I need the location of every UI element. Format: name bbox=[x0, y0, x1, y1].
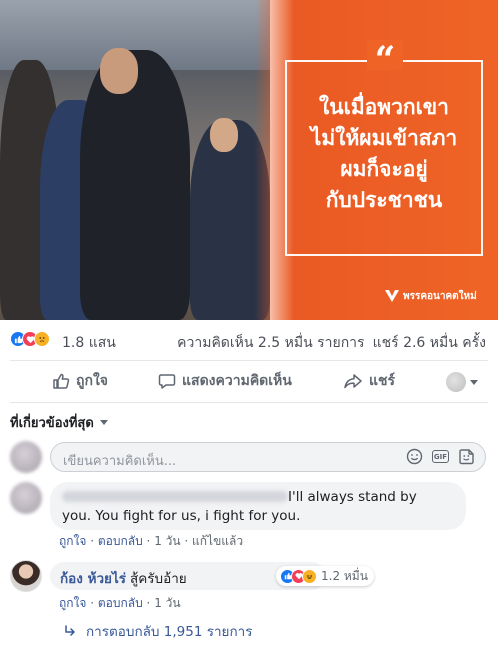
meta-separator: · bbox=[180, 534, 193, 548]
comment-like-link[interactable]: ถูกใจ bbox=[59, 534, 86, 548]
like-button[interactable]: ถูกใจ bbox=[52, 370, 108, 392]
edited-label[interactable]: แก้ไขแล้ว bbox=[192, 534, 243, 548]
engagement-counts: ความคิดเห็น 2.5 หมื่น รายการ แชร์ 2.6 หมื… bbox=[177, 332, 486, 354]
comment-text: I'll always stand by bbox=[288, 489, 417, 505]
comment-meta: ถูกใจ · ตอบกลับ · 1 วัน · แก้ไขแล้ว bbox=[59, 532, 243, 551]
like-label: ถูกใจ bbox=[76, 373, 108, 389]
comment-reply-link[interactable]: ตอบกลับ bbox=[98, 534, 143, 548]
reply-arrow-icon bbox=[65, 625, 75, 636]
share-label: แชร์ bbox=[369, 373, 396, 389]
caret-down-icon bbox=[99, 420, 108, 425]
comment-filter-label: ที่เกี่ยวข้องที่สุด bbox=[10, 416, 94, 431]
divider bbox=[10, 402, 488, 403]
photo-main-face bbox=[100, 48, 138, 94]
thumbs-up-icon bbox=[53, 373, 70, 389]
meta-separator: · bbox=[142, 534, 155, 548]
party-logo-icon bbox=[385, 290, 399, 302]
comment-input-tools: GIF bbox=[397, 448, 475, 465]
comment-label: แสดงความคิดเห็น bbox=[182, 373, 292, 389]
photo-main-figure bbox=[80, 50, 190, 320]
comment-meta: ถูกใจ · ตอบกลับ · 1 วัน bbox=[59, 594, 181, 613]
quote-text: ในเมื่อพวกเขา ไม่ให้ผมเข้าสภา ผมก็จะอยู่… bbox=[290, 92, 478, 216]
quote-line: ไม่ให้ผมเข้าสภา bbox=[310, 126, 458, 150]
sad-icon bbox=[34, 331, 50, 347]
comment-count-link[interactable]: ความคิดเห็น 2.5 หมื่น รายการ bbox=[177, 335, 364, 351]
comment-button[interactable]: แสดงความคิดเห็น bbox=[158, 370, 292, 392]
gif-label: GIF bbox=[432, 450, 449, 463]
comment-timestamp[interactable]: 1 วัน bbox=[154, 534, 180, 548]
meta-separator: · bbox=[86, 596, 98, 610]
quote-mark: “ bbox=[367, 40, 403, 80]
replies-label: การตอบกลับ 1,951 รายการ bbox=[86, 624, 253, 640]
meta-separator: · bbox=[86, 534, 98, 548]
party-name: พรรคอนาคตใหม่ bbox=[403, 290, 477, 302]
comment-timestamp[interactable]: 1 วัน bbox=[154, 596, 180, 610]
view-replies-link[interactable]: การตอบกลับ 1,951 รายการ bbox=[64, 620, 252, 642]
comment-like-link[interactable]: ถูกใจ bbox=[59, 596, 86, 610]
react-as-selector[interactable] bbox=[446, 372, 478, 392]
commenter-name-redacted[interactable] bbox=[62, 491, 288, 502]
reaction-summary[interactable] bbox=[10, 331, 50, 347]
commenter-avatar[interactable] bbox=[10, 482, 42, 514]
divider bbox=[10, 360, 488, 361]
comment-input[interactable]: เขียนความคิดเห็น... GIF bbox=[50, 442, 486, 472]
comment-reply-link[interactable]: ตอบกลับ bbox=[98, 596, 143, 610]
comment-text: you. You fight for us, i fight for you. bbox=[62, 508, 301, 524]
caret-down-icon bbox=[470, 379, 478, 385]
post-image[interactable]: “ ในเมื่อพวกเขา ไม่ให้ผมเข้าสภา ผมก็จะอย… bbox=[0, 0, 498, 320]
post-stats: 1.8 แสน ความคิดเห็น 2.5 หมื่น รายการ แชร์… bbox=[0, 322, 498, 360]
comment-icon bbox=[158, 374, 176, 389]
haha-icon bbox=[302, 568, 317, 584]
current-user-avatar bbox=[10, 441, 42, 473]
commenter-name[interactable]: ก้อง ห้วยไร่ bbox=[60, 571, 126, 587]
gif-icon[interactable]: GIF bbox=[432, 450, 449, 463]
comment-input-placeholder: เขียนความคิดเห็น... bbox=[63, 454, 177, 469]
share-button[interactable]: แชร์ bbox=[343, 370, 395, 392]
comment-filter-dropdown[interactable]: ที่เกี่ยวข้องที่สุด bbox=[10, 412, 108, 433]
page-avatar bbox=[446, 372, 466, 392]
emoji-icon[interactable] bbox=[406, 448, 423, 465]
photo-crowd-face bbox=[210, 118, 238, 152]
reaction-count[interactable]: 1.8 แสน bbox=[62, 332, 116, 354]
comment-reactions[interactable]: 1.2 หมื่น bbox=[276, 566, 374, 586]
quote-line: กับประชาชน bbox=[325, 188, 443, 212]
comment-bubble: ก้อง ห้วยไร่ สู้ครับอ้าย 1.2 หมื่น bbox=[50, 562, 374, 590]
quote-line: ผมก็จะอยู่ bbox=[340, 157, 428, 181]
share-arrow-icon bbox=[344, 374, 362, 389]
share-count-link[interactable]: แชร์ 2.6 หมื่น ครั้ง bbox=[373, 335, 486, 351]
comment-bubble: I'll always stand by you. You fight for … bbox=[50, 482, 466, 530]
sticker-icon[interactable] bbox=[458, 448, 475, 465]
post-actions: ถูกใจ แสดงความคิดเห็น แชร์ bbox=[0, 362, 498, 402]
quote-line: ในเมื่อพวกเขา bbox=[319, 95, 449, 119]
comment-reaction-count: 1.2 หมื่น bbox=[321, 568, 368, 583]
commenter-avatar[interactable] bbox=[10, 560, 42, 592]
meta-separator: · bbox=[142, 596, 155, 610]
party-brand: พรรคอนาคตใหม่ bbox=[384, 286, 477, 306]
comment-text: สู้ครับอ้าย bbox=[130, 571, 187, 587]
post-photo bbox=[0, 0, 270, 320]
